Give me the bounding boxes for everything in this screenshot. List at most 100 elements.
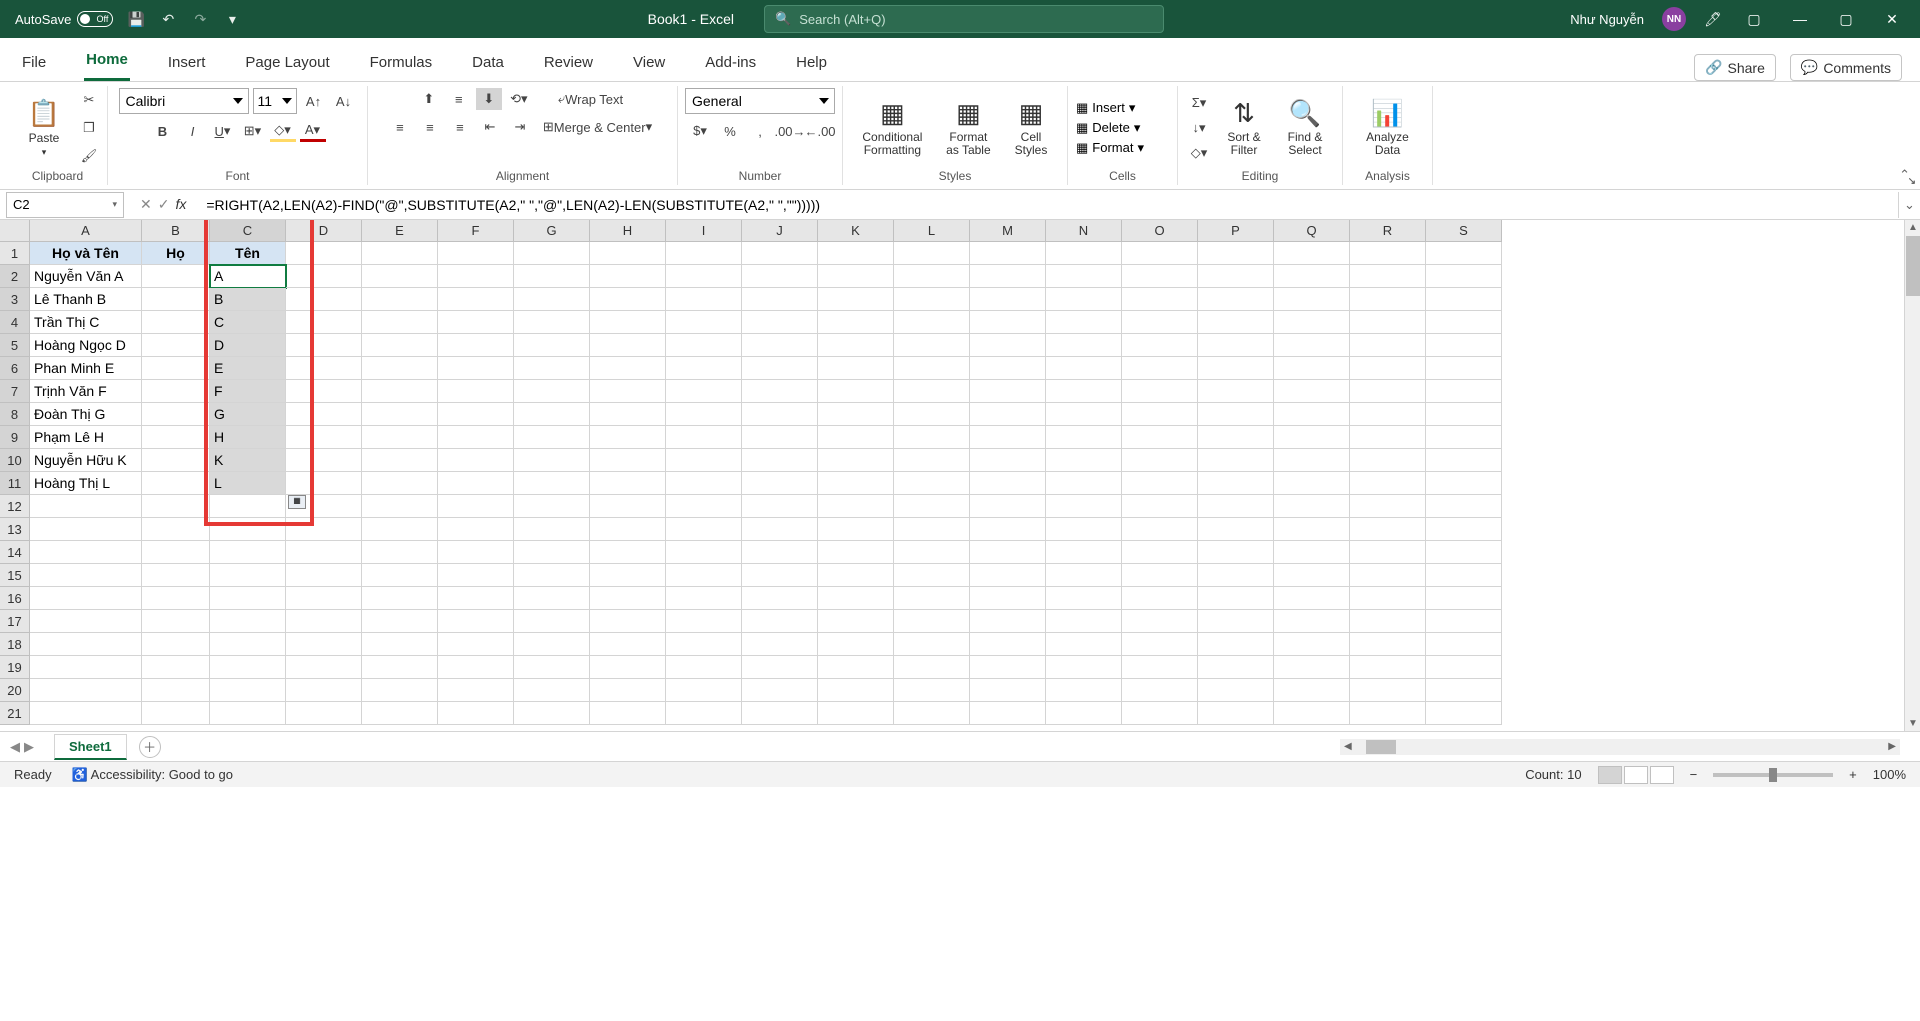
cell-S8[interactable] bbox=[1426, 403, 1502, 426]
cell-S21[interactable] bbox=[1426, 702, 1502, 725]
cell-I8[interactable] bbox=[666, 403, 742, 426]
cell-K18[interactable] bbox=[818, 633, 894, 656]
page-layout-view-button[interactable] bbox=[1624, 766, 1648, 784]
cell-C6[interactable]: E bbox=[210, 357, 286, 380]
cell-Q5[interactable] bbox=[1274, 334, 1350, 357]
accessibility-status[interactable]: ♿ Accessibility: Good to go bbox=[72, 767, 233, 783]
row-header-16[interactable]: 16 bbox=[0, 587, 30, 610]
cell-S9[interactable] bbox=[1426, 426, 1502, 449]
cell-L2[interactable] bbox=[894, 265, 970, 288]
undo-icon[interactable]: ↶ bbox=[159, 10, 177, 28]
save-icon[interactable]: 💾 bbox=[127, 10, 145, 28]
cell-P14[interactable] bbox=[1198, 541, 1274, 564]
cell-C12[interactable] bbox=[210, 495, 286, 518]
cell-O18[interactable] bbox=[1122, 633, 1198, 656]
cell-J6[interactable] bbox=[742, 357, 818, 380]
cell-P2[interactable] bbox=[1198, 265, 1274, 288]
cell-H1[interactable] bbox=[590, 242, 666, 265]
cell-I17[interactable] bbox=[666, 610, 742, 633]
cell-L19[interactable] bbox=[894, 656, 970, 679]
cell-A5[interactable]: Hoàng Ngọc D bbox=[30, 334, 142, 357]
cell-S14[interactable] bbox=[1426, 541, 1502, 564]
cell-C10[interactable]: K bbox=[210, 449, 286, 472]
cell-R4[interactable] bbox=[1350, 311, 1426, 334]
column-header-F[interactable]: F bbox=[438, 220, 514, 242]
cell-I14[interactable] bbox=[666, 541, 742, 564]
cell-F11[interactable] bbox=[438, 472, 514, 495]
cell-M16[interactable] bbox=[970, 587, 1046, 610]
cell-B10[interactable] bbox=[142, 449, 210, 472]
cell-G15[interactable] bbox=[514, 564, 590, 587]
cell-J17[interactable] bbox=[742, 610, 818, 633]
cell-S3[interactable] bbox=[1426, 288, 1502, 311]
cell-H13[interactable] bbox=[590, 518, 666, 541]
cell-E21[interactable] bbox=[362, 702, 438, 725]
decrease-decimal-icon[interactable]: ←.00 bbox=[807, 120, 833, 142]
row-header-3[interactable]: 3 bbox=[0, 288, 30, 311]
column-header-E[interactable]: E bbox=[362, 220, 438, 242]
cell-C20[interactable] bbox=[210, 679, 286, 702]
increase-decimal-icon[interactable]: .00→ bbox=[777, 120, 803, 142]
cell-E17[interactable] bbox=[362, 610, 438, 633]
cell-C7[interactable]: F bbox=[210, 380, 286, 403]
cell-O20[interactable] bbox=[1122, 679, 1198, 702]
normal-view-button[interactable] bbox=[1598, 766, 1622, 784]
cell-P15[interactable] bbox=[1198, 564, 1274, 587]
cell-J14[interactable] bbox=[742, 541, 818, 564]
cell-K11[interactable] bbox=[818, 472, 894, 495]
row-header-18[interactable]: 18 bbox=[0, 633, 30, 656]
cell-G8[interactable] bbox=[514, 403, 590, 426]
cell-J8[interactable] bbox=[742, 403, 818, 426]
cell-B18[interactable] bbox=[142, 633, 210, 656]
cell-L4[interactable] bbox=[894, 311, 970, 334]
cell-I1[interactable] bbox=[666, 242, 742, 265]
cell-K12[interactable] bbox=[818, 495, 894, 518]
cell-H7[interactable] bbox=[590, 380, 666, 403]
row-header-10[interactable]: 10 bbox=[0, 449, 30, 472]
cell-C4[interactable]: C bbox=[210, 311, 286, 334]
row-header-8[interactable]: 8 bbox=[0, 403, 30, 426]
cell-F17[interactable] bbox=[438, 610, 514, 633]
cell-B4[interactable] bbox=[142, 311, 210, 334]
cell-C16[interactable] bbox=[210, 587, 286, 610]
cell-E8[interactable] bbox=[362, 403, 438, 426]
insert-function-icon[interactable]: fx bbox=[175, 196, 186, 213]
cell-B13[interactable] bbox=[142, 518, 210, 541]
column-header-L[interactable]: L bbox=[894, 220, 970, 242]
cell-Q11[interactable] bbox=[1274, 472, 1350, 495]
cell-N13[interactable] bbox=[1046, 518, 1122, 541]
cell-O2[interactable] bbox=[1122, 265, 1198, 288]
cell-A17[interactable] bbox=[30, 610, 142, 633]
cell-M8[interactable] bbox=[970, 403, 1046, 426]
cell-S7[interactable] bbox=[1426, 380, 1502, 403]
analyze-data-button[interactable]: 📊Analyze Data bbox=[1351, 96, 1424, 159]
spreadsheet-grid[interactable]: ABCDEFGHIJKLMNOPQRS 1Họ và TênHọTên2Nguy… bbox=[0, 220, 1920, 731]
cell-C18[interactable] bbox=[210, 633, 286, 656]
cell-Q2[interactable] bbox=[1274, 265, 1350, 288]
font-color-icon[interactable]: A▾ bbox=[300, 120, 326, 142]
cell-S13[interactable] bbox=[1426, 518, 1502, 541]
column-header-Q[interactable]: Q bbox=[1274, 220, 1350, 242]
cell-F21[interactable] bbox=[438, 702, 514, 725]
scroll-up-icon[interactable]: ▲ bbox=[1908, 222, 1918, 233]
cell-A13[interactable] bbox=[30, 518, 142, 541]
cell-C11[interactable]: L bbox=[210, 472, 286, 495]
cell-S12[interactable] bbox=[1426, 495, 1502, 518]
cell-H21[interactable] bbox=[590, 702, 666, 725]
column-header-B[interactable]: B bbox=[142, 220, 210, 242]
cell-I16[interactable] bbox=[666, 587, 742, 610]
cell-G5[interactable] bbox=[514, 334, 590, 357]
cell-N21[interactable] bbox=[1046, 702, 1122, 725]
cell-B14[interactable] bbox=[142, 541, 210, 564]
minimize-icon[interactable]: — bbox=[1786, 5, 1814, 33]
cell-A18[interactable] bbox=[30, 633, 142, 656]
cell-L15[interactable] bbox=[894, 564, 970, 587]
select-all-button[interactable] bbox=[0, 220, 30, 242]
cell-M15[interactable] bbox=[970, 564, 1046, 587]
cell-G3[interactable] bbox=[514, 288, 590, 311]
cell-E3[interactable] bbox=[362, 288, 438, 311]
cell-P12[interactable] bbox=[1198, 495, 1274, 518]
cell-K15[interactable] bbox=[818, 564, 894, 587]
cell-M2[interactable] bbox=[970, 265, 1046, 288]
cell-Q20[interactable] bbox=[1274, 679, 1350, 702]
